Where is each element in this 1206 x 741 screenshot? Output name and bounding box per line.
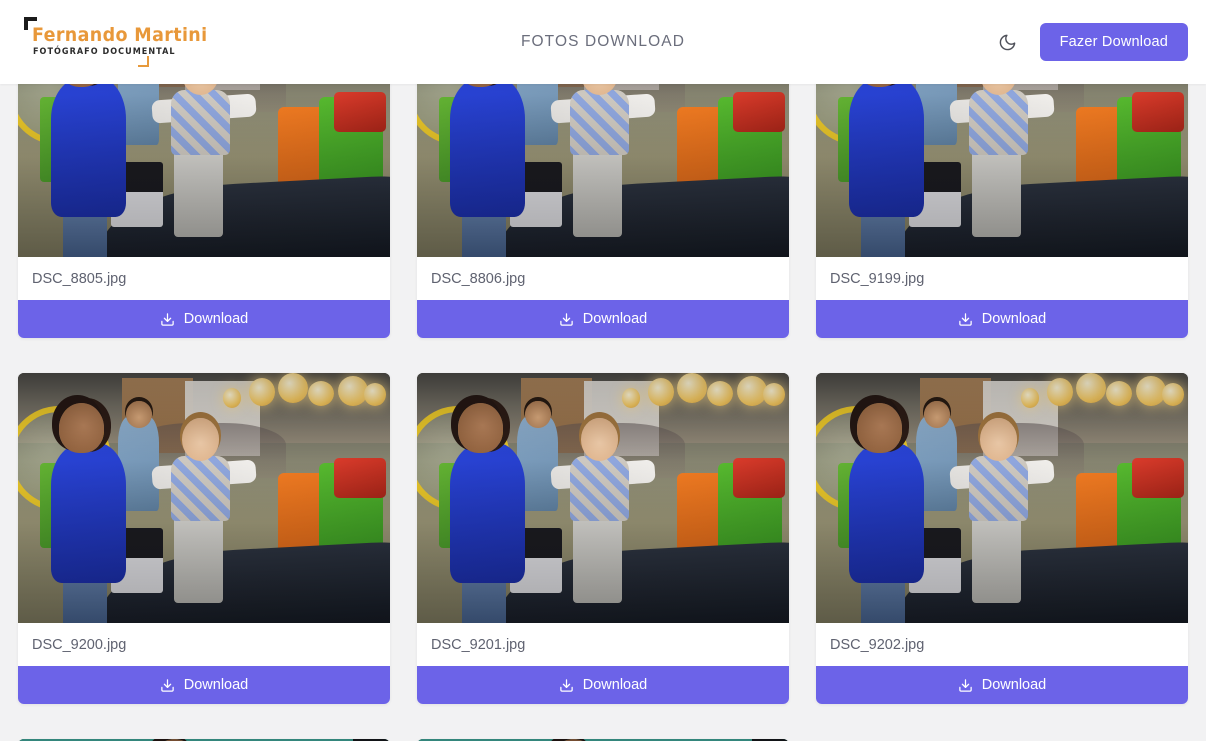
- moon-glyph: [999, 34, 1016, 50]
- photo-thumbnail[interactable]: [18, 373, 390, 623]
- download-icon: [560, 312, 573, 326]
- download-photo-button[interactable]: Download: [18, 300, 390, 338]
- photo-card-DSC_9201.jpg[interactable]: DSC_9201.jpg Download: [417, 373, 789, 704]
- header-actions: Fazer Download: [995, 23, 1188, 61]
- photo-thumbnail[interactable]: [417, 84, 789, 257]
- logo-corner-bottom-right-icon: [138, 56, 149, 67]
- photo-image: [816, 373, 1188, 623]
- photo-filename: DSC_9199.jpg: [816, 257, 1188, 300]
- photo-image: [18, 84, 390, 257]
- photo-card-DSC_9199.jpg[interactable]: DSC_9199.jpg Download: [816, 84, 1188, 338]
- photo-card-DSC_9202.jpg[interactable]: DSC_9202.jpg Download: [816, 373, 1188, 704]
- photo-image: [18, 373, 390, 623]
- photo-thumbnail[interactable]: [18, 84, 390, 257]
- download-icon: [959, 312, 972, 326]
- photo-thumbnail[interactable]: [816, 84, 1188, 257]
- photo-filename: DSC_9201.jpg: [417, 623, 789, 666]
- download-photo-button[interactable]: Download: [816, 300, 1188, 338]
- download-all-button[interactable]: Fazer Download: [1039, 23, 1188, 61]
- photo-thumbnail[interactable]: [417, 373, 789, 623]
- download-icon: [959, 678, 972, 692]
- download-photo-button[interactable]: Download: [18, 666, 390, 704]
- moon-icon[interactable]: [995, 29, 1021, 55]
- download-icon: [161, 678, 174, 692]
- brand-name: Fernando Martini: [32, 24, 208, 46]
- download-photo-label: Download: [183, 677, 249, 693]
- download-photo-label: Download: [183, 311, 249, 327]
- download-photo-label: Download: [582, 677, 648, 693]
- download-photo-button[interactable]: Download: [417, 666, 789, 704]
- download-photo-label: Download: [582, 311, 648, 327]
- photo-gallery: DSC_8805.jpg Download DSC_8806.jpg Downl…: [0, 84, 1206, 741]
- photo-filename: DSC_8806.jpg: [417, 257, 789, 300]
- photo-filename: DSC_8805.jpg: [18, 257, 390, 300]
- photo-filename: DSC_9200.jpg: [18, 623, 390, 666]
- photo-filename: DSC_9202.jpg: [816, 623, 1188, 666]
- download-photo-label: Download: [981, 311, 1047, 327]
- photo-image: [417, 84, 789, 257]
- download-icon: [560, 678, 573, 692]
- photo-image: [417, 373, 789, 623]
- photo-card-DSC_9200.jpg[interactable]: DSC_9200.jpg Download: [18, 373, 390, 704]
- photo-grid: DSC_8805.jpg Download DSC_8806.jpg Downl…: [18, 84, 1188, 741]
- download-photo-button[interactable]: Download: [816, 666, 1188, 704]
- brand-logo[interactable]: Fernando Martini FOTÓGRAFO DOCUMENTAL: [18, 14, 207, 70]
- photo-card-DSC_8805.jpg[interactable]: DSC_8805.jpg Download: [18, 84, 390, 338]
- photo-image: [816, 84, 1188, 257]
- download-photo-button[interactable]: Download: [417, 300, 789, 338]
- photo-thumbnail[interactable]: [816, 373, 1188, 623]
- brand-subtitle: FOTÓGRAFO DOCUMENTAL: [33, 47, 176, 57]
- download-icon: [161, 312, 174, 326]
- photo-card-DSC_8806.jpg[interactable]: DSC_8806.jpg Download: [417, 84, 789, 338]
- download-photo-label: Download: [981, 677, 1047, 693]
- app-header: Fernando Martini FOTÓGRAFO DOCUMENTAL FO…: [0, 0, 1206, 84]
